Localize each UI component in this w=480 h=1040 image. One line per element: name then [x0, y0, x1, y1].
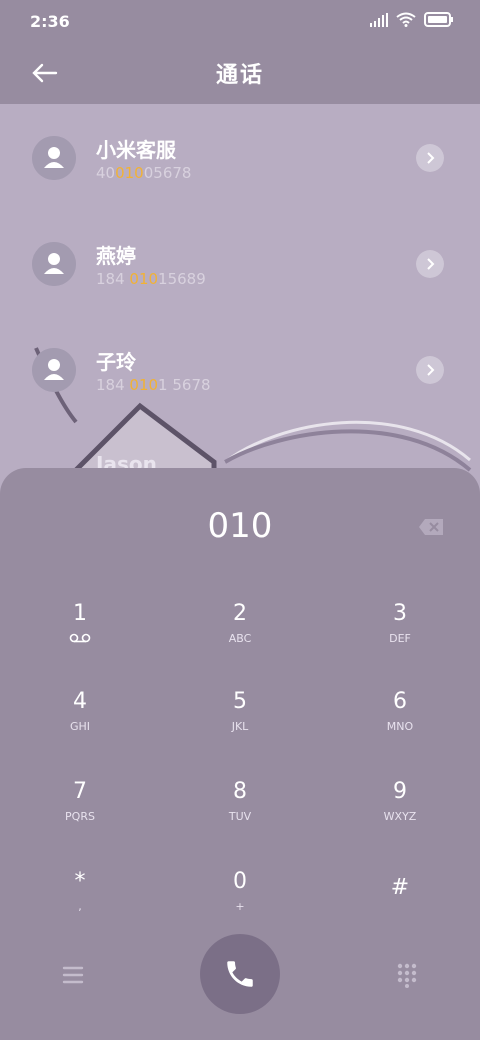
status-bar: 2:36: [0, 0, 480, 42]
chevron-right-icon[interactable]: [416, 250, 444, 278]
key-9[interactable]: 9 WXYZ: [340, 778, 460, 848]
key-7[interactable]: 7 PQRS: [20, 778, 140, 848]
page-title: 通话: [215, 63, 264, 88]
contact-item[interactable]: 小米客服 4001005678: [0, 104, 480, 210]
status-time: 2:36: [30, 11, 70, 31]
contact-name: 子玲: [96, 350, 136, 374]
contact-number: 4001005678: [96, 164, 192, 182]
signal-icon: [370, 12, 388, 27]
key-4[interactable]: 4 GHI: [20, 688, 140, 758]
contact-item[interactable]: 子玲 184 0101 5678: [0, 316, 480, 422]
battery-icon: [424, 12, 453, 27]
avatar-icon: [32, 136, 76, 180]
contact-number: 184 01015689: [96, 270, 206, 288]
dialed-number: 010: [207, 506, 273, 546]
arrow-left-icon[interactable]: [28, 56, 62, 90]
key-3[interactable]: 3 DEF: [340, 600, 460, 670]
key-1[interactable]: 1: [20, 600, 140, 670]
avatar-icon: [32, 242, 76, 286]
contact-name: 燕婷: [96, 244, 136, 268]
dialpad-icon[interactable]: [394, 962, 420, 988]
contact-name: 小米客服: [96, 138, 176, 162]
menu-icon[interactable]: [60, 962, 86, 988]
key-5[interactable]: 5 JKL: [180, 688, 300, 758]
contact-item[interactable]: 燕婷 184 01015689: [0, 210, 480, 316]
dialpad-panel: 010 1 2 ABC 3 DEF 4 GHI 5 JKL 6 MNO 7 PQ…: [0, 468, 480, 1040]
avatar-icon: [32, 348, 76, 392]
key-2[interactable]: 2 ABC: [180, 600, 300, 670]
key-star[interactable]: * ,: [20, 868, 140, 938]
key-hash[interactable]: #: [340, 874, 460, 944]
key-0[interactable]: 0 +: [180, 868, 300, 938]
backspace-icon[interactable]: [418, 518, 444, 536]
header: 通话: [0, 42, 480, 104]
call-button[interactable]: [200, 934, 280, 1014]
phone-icon: [227, 961, 253, 987]
key-8[interactable]: 8 TUV: [180, 778, 300, 848]
key-6[interactable]: 6 MNO: [340, 688, 460, 758]
chevron-right-icon[interactable]: [416, 356, 444, 384]
contact-number: 184 0101 5678: [96, 376, 211, 394]
wifi-icon: [396, 12, 416, 27]
voicemail-icon: [69, 633, 91, 643]
chevron-right-icon[interactable]: [416, 144, 444, 172]
